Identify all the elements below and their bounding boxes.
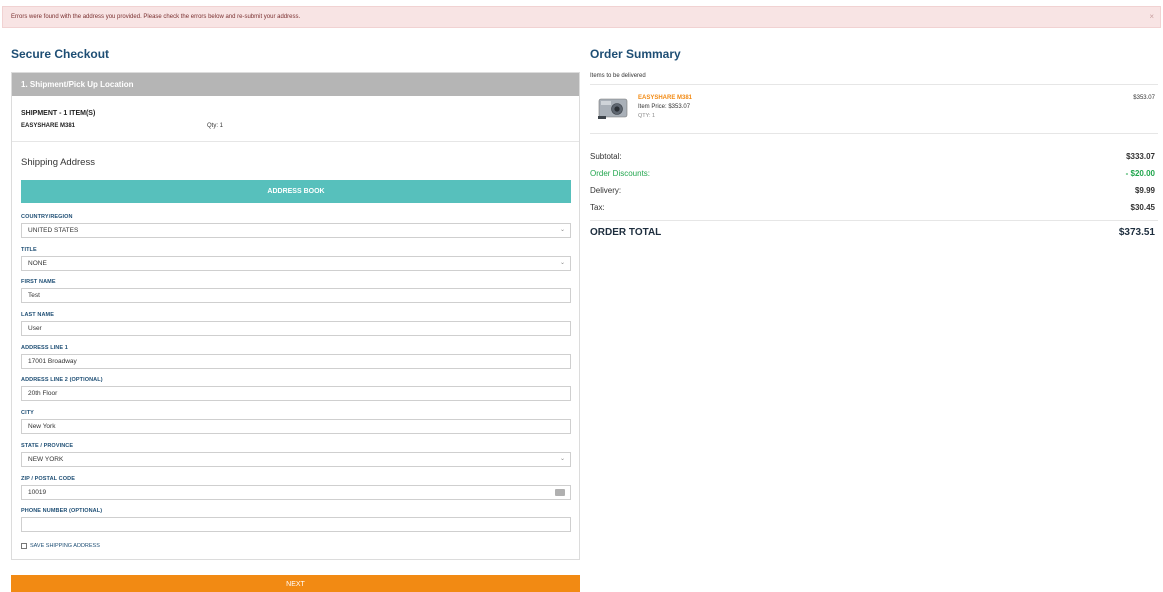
checkout-title: Secure Checkout	[11, 47, 110, 61]
address1-label: ADDRESS LINE 1	[21, 345, 68, 351]
product-qty: QTY: 1	[638, 113, 656, 119]
chevron-down-icon: ⌄	[559, 456, 565, 462]
product-name-link[interactable]: EASYSHARE M381	[638, 95, 692, 101]
save-address-checkbox[interactable]: SAVE SHIPPING ADDRESS	[21, 543, 100, 549]
address-book-button[interactable]: ADDRESS BOOK	[21, 180, 571, 203]
chevron-down-icon: ⌄	[559, 260, 565, 266]
discounts-value: - $20.00	[1125, 169, 1155, 178]
first-name-label: FIRST NAME	[21, 279, 56, 285]
address1-field[interactable]: 17001 Broadway	[21, 354, 571, 369]
address2-label: ADDRESS LINE 2 (OPTIONAL)	[21, 377, 103, 383]
discounts-label: Order Discounts:	[590, 169, 651, 178]
divider	[12, 141, 579, 142]
product-image	[598, 98, 628, 119]
delivery-label: Delivery:	[590, 186, 622, 195]
tax-label: Tax:	[590, 203, 605, 212]
phone-label: PHONE NUMBER (OPTIONAL)	[21, 508, 103, 514]
zip-value: 10019	[28, 489, 47, 496]
title-label: TITLE	[21, 247, 37, 253]
title-select[interactable]: NONE ⌄	[21, 256, 571, 271]
close-icon[interactable]: ×	[1149, 7, 1154, 27]
keyboard-icon[interactable]	[555, 489, 565, 496]
order-summary-title: Order Summary	[590, 47, 681, 61]
shipping-address-title: Shipping Address	[21, 157, 95, 168]
shipment-panel: 1. Shipment/Pick Up Location SHIPMENT - …	[11, 72, 580, 560]
step-header[interactable]: 1. Shipment/Pick Up Location	[12, 73, 579, 96]
last-name-field[interactable]: User	[21, 321, 571, 336]
divider	[590, 84, 1158, 85]
checkbox-icon[interactable]	[21, 543, 27, 549]
error-banner: Errors were found with the address you p…	[2, 6, 1161, 28]
shipment-item-name: EASYSHARE M381	[21, 123, 76, 129]
state-label: STATE / PROVINCE	[21, 443, 74, 449]
zip-label: ZIP / POSTAL CODE	[21, 476, 75, 482]
next-button[interactable]: NEXT	[11, 575, 580, 592]
error-message: Errors were found with the address you p…	[11, 14, 301, 20]
city-label: CITY	[21, 410, 34, 416]
state-value: NEW YORK	[28, 456, 64, 463]
delivery-value: $9.99	[1134, 186, 1155, 195]
tax-value: $30.45	[1130, 203, 1155, 212]
country-select[interactable]: UNITED STATES ⌄	[21, 223, 571, 238]
shipment-title: SHIPMENT - 1 ITEM(S)	[21, 110, 96, 117]
order-total-value: $373.51	[1118, 227, 1155, 238]
save-address-label: SAVE SHIPPING ADDRESS	[30, 543, 100, 549]
subtotal-value: $333.07	[1126, 152, 1155, 161]
last-name-label: LAST NAME	[21, 312, 54, 318]
address2-field[interactable]: 20th Floor	[21, 386, 571, 401]
subtotal-label: Subtotal:	[590, 152, 622, 161]
zip-field[interactable]: 10019	[21, 485, 571, 500]
divider	[590, 133, 1158, 134]
country-label: COUNTRY/REGION	[21, 214, 73, 220]
divider	[590, 220, 1158, 221]
product-total: $353.07	[1133, 95, 1155, 101]
phone-field[interactable]	[21, 517, 571, 532]
order-total-label: ORDER TOTAL	[590, 227, 662, 238]
state-select[interactable]: NEW YORK ⌄	[21, 452, 571, 467]
product-price: Item Price: $353.07	[638, 104, 691, 110]
country-value: UNITED STATES	[28, 227, 79, 234]
city-field[interactable]: New York	[21, 419, 571, 434]
chevron-down-icon: ⌄	[559, 227, 565, 233]
title-value: NONE	[28, 260, 47, 267]
first-name-field[interactable]: Test	[21, 288, 571, 303]
shipment-item-qty: Qty: 1	[207, 123, 224, 129]
items-label: Items to be delivered	[590, 73, 646, 79]
